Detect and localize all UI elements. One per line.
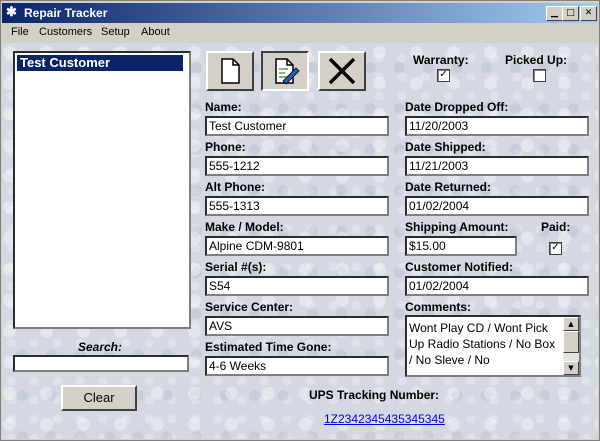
- serial-field[interactable]: S54: [205, 276, 389, 296]
- scroll-thumb[interactable]: [563, 331, 579, 353]
- search-input[interactable]: [13, 355, 189, 372]
- date-shipped-field[interactable]: 11/21/2003: [405, 156, 589, 176]
- name-field[interactable]: Test Customer: [205, 116, 389, 136]
- name-label: Name:: [205, 100, 242, 114]
- date-returned-field[interactable]: 01/02/2004: [405, 196, 589, 216]
- clear-button[interactable]: Clear: [61, 385, 137, 411]
- close-icon[interactable]: ✕: [580, 6, 597, 21]
- customer-list[interactable]: Test Customer: [13, 51, 191, 329]
- comments-field[interactable]: Wont Play CD / Wont Pick Up Radio Statio…: [405, 315, 581, 377]
- shipping-amount-field[interactable]: $15.00: [405, 236, 517, 256]
- picked-up-checkbox[interactable]: [533, 69, 546, 82]
- phone-label: Phone:: [205, 140, 246, 154]
- shipping-amount-label: Shipping Amount:: [405, 220, 509, 234]
- minimize-icon[interactable]: ▁: [546, 6, 563, 21]
- phone-field[interactable]: 555-1212: [205, 156, 389, 176]
- delete-button[interactable]: [318, 51, 366, 91]
- scroll-down-icon[interactable]: ▼: [563, 361, 579, 375]
- date-dropped-field[interactable]: 11/20/2003: [405, 116, 589, 136]
- search-label: Search:: [77, 340, 123, 354]
- title-bar: ✱ Repair Tracker ▁ □ ✕: [2, 3, 598, 23]
- edit-document-icon: [275, 58, 300, 85]
- ups-tracking-label: UPS Tracking Number:: [309, 388, 440, 402]
- service-center-label: Service Center:: [205, 300, 294, 314]
- serial-label: Serial #(s):: [205, 260, 267, 274]
- warranty-checkbox[interactable]: ✓: [437, 69, 450, 82]
- new-button[interactable]: [206, 51, 254, 91]
- alt-phone-label: Alt Phone:: [205, 180, 265, 194]
- menu-about[interactable]: About: [141, 26, 170, 38]
- service-center-field[interactable]: AVS: [205, 316, 389, 336]
- menu-bar: File Customers Setup About: [2, 24, 598, 42]
- menu-customers[interactable]: Customers: [39, 26, 92, 38]
- comments-text[interactable]: Wont Play CD / Wont Pick Up Radio Statio…: [409, 320, 559, 368]
- maximize-icon[interactable]: □: [562, 6, 579, 21]
- date-returned-label: Date Returned:: [405, 180, 492, 194]
- edit-button[interactable]: [261, 51, 309, 91]
- client-area: Test Customer Search: Clear Warranty: ✓ …: [2, 43, 598, 439]
- app-window: ✱ Repair Tracker ▁ □ ✕ File Customers Se…: [0, 0, 600, 441]
- date-shipped-label: Date Shipped:: [405, 140, 486, 154]
- new-document-icon: [221, 58, 240, 84]
- time-gone-label: Estimated Time Gone:: [205, 340, 332, 354]
- comments-scrollbar[interactable]: ▲ ▼: [563, 317, 579, 375]
- time-gone-field[interactable]: 4-6 Weeks: [205, 356, 389, 376]
- customer-notified-label: Customer Notified:: [405, 260, 513, 274]
- comments-label: Comments:: [405, 300, 472, 314]
- menu-setup[interactable]: Setup: [101, 26, 130, 38]
- ups-tracking-link[interactable]: 1Z2342345435345345: [324, 412, 445, 426]
- list-item[interactable]: Test Customer: [17, 55, 183, 71]
- paid-label: Paid:: [541, 220, 571, 234]
- menu-file[interactable]: File: [11, 26, 29, 38]
- app-icon: ✱: [6, 4, 17, 19]
- delete-x-icon: [328, 57, 356, 85]
- window-title: Repair Tracker: [24, 6, 108, 20]
- paid-checkbox[interactable]: ✓: [549, 242, 562, 255]
- customer-notified-field[interactable]: 01/02/2004: [405, 276, 589, 296]
- date-dropped-label: Date Dropped Off:: [405, 100, 509, 114]
- scroll-up-icon[interactable]: ▲: [563, 317, 579, 331]
- make-model-label: Make / Model:: [205, 220, 284, 234]
- make-model-field[interactable]: Alpine CDM-9801: [205, 236, 389, 256]
- alt-phone-field[interactable]: 555-1313: [205, 196, 389, 216]
- picked-up-label: Picked Up:: [505, 53, 568, 67]
- warranty-label: Warranty:: [413, 53, 469, 67]
